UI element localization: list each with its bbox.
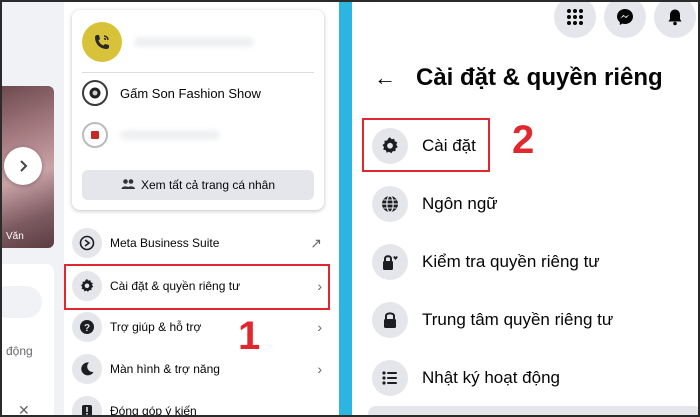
feed-input-pill[interactable] xyxy=(2,286,42,318)
bell-icon[interactable] xyxy=(654,2,696,38)
settings-item-activity-log[interactable]: Nhật ký hoạt động xyxy=(372,354,692,402)
avatar xyxy=(82,122,108,148)
left-panel: Văn động ✕ Gấm Son Fashion Show Xem tất … xyxy=(2,2,339,417)
settings-item-label: Trung tâm quyền riêng tư xyxy=(422,310,614,329)
menu-item-meta-business-suite[interactable]: Meta Business Suite ↗ xyxy=(68,224,330,262)
see-all-label: Xem tất cả trang cá nhân xyxy=(140,178,276,192)
external-link-icon: ↗ xyxy=(310,234,322,251)
menu-item-help-support[interactable]: ? Trợ giúp & hỗ trợ › xyxy=(68,308,330,346)
blurred-profile-name xyxy=(120,130,220,140)
close-icon[interactable]: ✕ xyxy=(18,402,30,415)
settings-item-label: Ngôn ngữ xyxy=(422,194,498,213)
settings-item-privacy-center[interactable]: Trung tâm quyền riêng tư xyxy=(372,296,692,344)
menu-item-display-accessibility[interactable]: Màn hình & trợ năng › xyxy=(68,350,330,388)
meta-business-icon xyxy=(72,228,102,258)
svg-text:?: ? xyxy=(84,323,90,334)
right-panel: ← Cài đặt & quyền riêng Cài đặt Ngôn ngữ… xyxy=(352,2,698,415)
highlight-box-step-1 xyxy=(64,264,330,310)
help-icon: ? xyxy=(72,312,102,342)
chevron-right-icon: › xyxy=(317,361,322,377)
highlight-box-step-2 xyxy=(362,118,490,172)
see-all-profiles-button[interactable]: Xem tất cả trang cá nhân xyxy=(82,170,314,200)
menu-item-feedback[interactable]: Đóng góp ý kiến xyxy=(68,392,330,417)
avatar xyxy=(82,22,122,62)
globe-icon xyxy=(372,186,408,222)
step-number-2: 2 xyxy=(512,118,535,162)
top-nav-icons xyxy=(542,2,698,46)
profile-logo-icon xyxy=(91,131,99,139)
blurred-profile-name xyxy=(134,37,254,47)
account-menu: Gấm Son Fashion Show Xem tất cả trang cá… xyxy=(64,2,339,417)
settings-header: ← Cài đặt & quyền riêng xyxy=(374,64,663,92)
feedback-icon xyxy=(72,396,102,415)
profile-name: Gấm Son Fashion Show xyxy=(120,85,261,101)
profile-row-main[interactable] xyxy=(82,22,254,62)
moon-icon xyxy=(72,354,102,384)
profile-row-gam-son[interactable]: Gấm Son Fashion Show xyxy=(82,80,261,106)
settings-item-label: Kiểm tra quyền riêng tư xyxy=(422,252,600,271)
divider xyxy=(82,72,314,73)
messenger-icon[interactable] xyxy=(604,2,646,38)
page-title: Cài đặt & quyền riêng xyxy=(416,64,663,91)
panel-divider xyxy=(339,2,352,415)
next-item-fragment xyxy=(368,406,698,415)
avatar xyxy=(82,80,108,106)
profiles-card: Gấm Son Fashion Show Xem tất cả trang cá… xyxy=(72,10,324,210)
menu-item-label: Đóng góp ý kiến xyxy=(110,404,197,417)
settings-item-privacy-checkup[interactable]: Kiểm tra quyền riêng tư xyxy=(372,238,692,286)
news-feed-fragment: Văn động ✕ xyxy=(2,2,60,415)
step-number-1: 1 xyxy=(238,314,261,358)
profile-logo-icon xyxy=(89,87,101,99)
phone-icon xyxy=(95,35,109,49)
story-next-button[interactable] xyxy=(4,147,42,185)
lock-heart-icon xyxy=(372,244,408,280)
menu-item-label: Màn hình & trợ năng xyxy=(110,362,220,376)
menu-grid-icon[interactable] xyxy=(554,2,596,38)
back-arrow-icon[interactable]: ← xyxy=(374,65,396,91)
feed-side-text: động xyxy=(6,344,33,358)
profile-row-blurred[interactable] xyxy=(82,122,220,148)
people-icon xyxy=(121,178,135,193)
list-icon xyxy=(372,360,408,396)
chevron-right-icon: › xyxy=(317,319,322,335)
menu-item-label: Meta Business Suite xyxy=(110,236,220,250)
chevron-right-icon xyxy=(20,160,28,172)
story-name: Văn xyxy=(6,231,24,242)
menu-item-label: Trợ giúp & hỗ trợ xyxy=(110,320,202,334)
settings-item-language[interactable]: Ngôn ngữ xyxy=(372,180,692,228)
lock-icon xyxy=(372,302,408,338)
settings-item-label: Nhật ký hoạt động xyxy=(422,368,560,387)
screenshot-frame: Văn động ✕ Gấm Son Fashion Show Xem tất … xyxy=(0,0,700,417)
